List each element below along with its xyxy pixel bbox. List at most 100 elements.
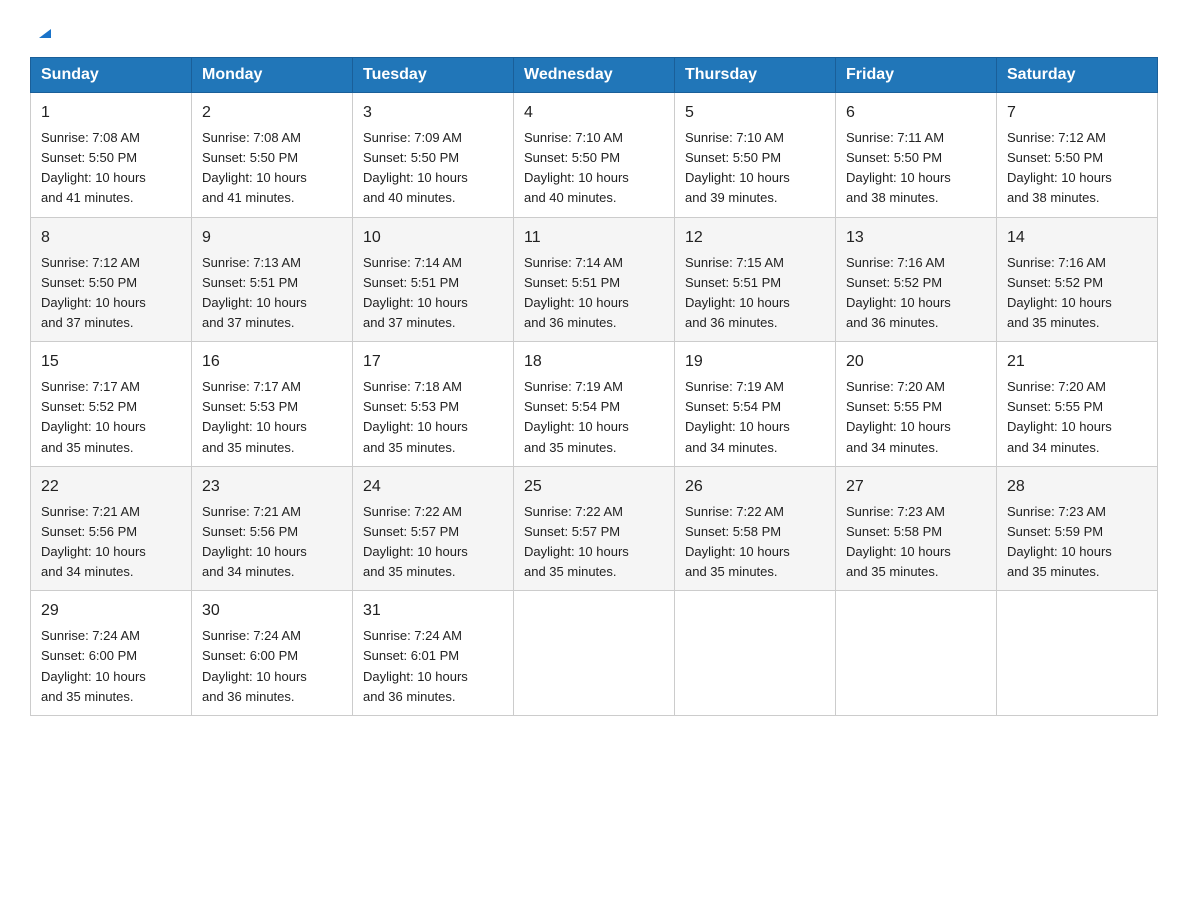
- day-info: Sunrise: 7:22 AMSunset: 5:57 PMDaylight:…: [524, 504, 629, 579]
- day-number: 5: [685, 101, 825, 125]
- calendar-cell: 11 Sunrise: 7:14 AMSunset: 5:51 PMDayligh…: [514, 217, 675, 342]
- day-info: Sunrise: 7:16 AMSunset: 5:52 PMDaylight:…: [846, 255, 951, 330]
- header-friday: Friday: [836, 58, 997, 93]
- day-number: 25: [524, 475, 664, 499]
- day-info: Sunrise: 7:13 AMSunset: 5:51 PMDaylight:…: [202, 255, 307, 330]
- calendar-cell: 31 Sunrise: 7:24 AMSunset: 6:01 PMDayligh…: [353, 591, 514, 716]
- day-info: Sunrise: 7:12 AMSunset: 5:50 PMDaylight:…: [1007, 130, 1112, 205]
- day-info: Sunrise: 7:23 AMSunset: 5:59 PMDaylight:…: [1007, 504, 1112, 579]
- day-number: 18: [524, 350, 664, 374]
- day-info: Sunrise: 7:14 AMSunset: 5:51 PMDaylight:…: [524, 255, 629, 330]
- day-info: Sunrise: 7:24 AMSunset: 6:01 PMDaylight:…: [363, 628, 468, 703]
- day-info: Sunrise: 7:08 AMSunset: 5:50 PMDaylight:…: [202, 130, 307, 205]
- day-number: 17: [363, 350, 503, 374]
- header-tuesday: Tuesday: [353, 58, 514, 93]
- day-number: 12: [685, 226, 825, 250]
- day-info: Sunrise: 7:22 AMSunset: 5:58 PMDaylight:…: [685, 504, 790, 579]
- calendar-cell: 18 Sunrise: 7:19 AMSunset: 5:54 PMDayligh…: [514, 342, 675, 467]
- day-number: 9: [202, 226, 342, 250]
- calendar-table: SundayMondayTuesdayWednesdayThursdayFrid…: [30, 57, 1158, 716]
- calendar-cell: 4Sunrise: 7:10 AMSunset: 5:50 PMDaylight…: [514, 93, 675, 218]
- day-number: 23: [202, 475, 342, 499]
- day-info: Sunrise: 7:21 AMSunset: 5:56 PMDaylight:…: [41, 504, 146, 579]
- day-number: 31: [363, 599, 503, 623]
- day-number: 8: [41, 226, 181, 250]
- day-info: Sunrise: 7:14 AMSunset: 5:51 PMDaylight:…: [363, 255, 468, 330]
- day-number: 11: [524, 226, 664, 250]
- day-info: Sunrise: 7:12 AMSunset: 5:50 PMDaylight:…: [41, 255, 146, 330]
- calendar-cell: [514, 591, 675, 716]
- day-number: 29: [41, 599, 181, 623]
- day-number: 24: [363, 475, 503, 499]
- calendar-cell: 26 Sunrise: 7:22 AMSunset: 5:58 PMDayligh…: [675, 466, 836, 591]
- calendar-cell: 7 Sunrise: 7:12 AMSunset: 5:50 PMDaylight…: [997, 93, 1158, 218]
- header-sunday: Sunday: [31, 58, 192, 93]
- header-thursday: Thursday: [675, 58, 836, 93]
- day-number: 30: [202, 599, 342, 623]
- calendar-week-4: 22 Sunrise: 7:21 AMSunset: 5:56 PMDayligh…: [31, 466, 1158, 591]
- day-number: 2: [202, 101, 342, 125]
- day-info: Sunrise: 7:20 AMSunset: 5:55 PMDaylight:…: [1007, 379, 1112, 454]
- day-number: 27: [846, 475, 986, 499]
- calendar-cell: 30 Sunrise: 7:24 AMSunset: 6:00 PMDayligh…: [192, 591, 353, 716]
- day-info: Sunrise: 7:08 AMSunset: 5:50 PMDaylight:…: [41, 130, 146, 205]
- calendar-cell: 22 Sunrise: 7:21 AMSunset: 5:56 PMDayligh…: [31, 466, 192, 591]
- day-info: Sunrise: 7:20 AMSunset: 5:55 PMDaylight:…: [846, 379, 951, 454]
- calendar-week-5: 29 Sunrise: 7:24 AMSunset: 6:00 PMDayligh…: [31, 591, 1158, 716]
- logo-arrow-icon: [33, 20, 55, 47]
- calendar-cell: 10Sunrise: 7:14 AMSunset: 5:51 PMDayligh…: [353, 217, 514, 342]
- day-info: Sunrise: 7:17 AMSunset: 5:52 PMDaylight:…: [41, 379, 146, 454]
- day-number: 20: [846, 350, 986, 374]
- day-number: 7: [1007, 101, 1147, 125]
- calendar-cell: 12 Sunrise: 7:15 AMSunset: 5:51 PMDayligh…: [675, 217, 836, 342]
- calendar-cell: 20 Sunrise: 7:20 AMSunset: 5:55 PMDayligh…: [836, 342, 997, 467]
- page-header: [30, 20, 1158, 47]
- calendar-cell: [675, 591, 836, 716]
- calendar-week-2: 8 Sunrise: 7:12 AMSunset: 5:50 PMDaylight…: [31, 217, 1158, 342]
- calendar-cell: 16Sunrise: 7:17 AMSunset: 5:53 PMDayligh…: [192, 342, 353, 467]
- day-number: 14: [1007, 226, 1147, 250]
- calendar-cell: 21 Sunrise: 7:20 AMSunset: 5:55 PMDayligh…: [997, 342, 1158, 467]
- calendar-cell: 15 Sunrise: 7:17 AMSunset: 5:52 PMDayligh…: [31, 342, 192, 467]
- day-info: Sunrise: 7:21 AMSunset: 5:56 PMDaylight:…: [202, 504, 307, 579]
- day-info: Sunrise: 7:09 AMSunset: 5:50 PMDaylight:…: [363, 130, 468, 205]
- day-number: 22: [41, 475, 181, 499]
- calendar-cell: 23 Sunrise: 7:21 AMSunset: 5:56 PMDayligh…: [192, 466, 353, 591]
- calendar-cell: 9 Sunrise: 7:13 AMSunset: 5:51 PMDaylight…: [192, 217, 353, 342]
- header-wednesday: Wednesday: [514, 58, 675, 93]
- day-number: 1: [41, 101, 181, 125]
- calendar-cell: 24Sunrise: 7:22 AMSunset: 5:57 PMDayligh…: [353, 466, 514, 591]
- day-number: 13: [846, 226, 986, 250]
- calendar-cell: 3Sunrise: 7:09 AMSunset: 5:50 PMDaylight…: [353, 93, 514, 218]
- day-info: Sunrise: 7:24 AMSunset: 6:00 PMDaylight:…: [202, 628, 307, 703]
- day-info: Sunrise: 7:19 AMSunset: 5:54 PMDaylight:…: [685, 379, 790, 454]
- logo: [30, 20, 55, 47]
- day-info: Sunrise: 7:11 AMSunset: 5:50 PMDaylight:…: [846, 130, 951, 205]
- header-saturday: Saturday: [997, 58, 1158, 93]
- day-number: 21: [1007, 350, 1147, 374]
- day-number: 6: [846, 101, 986, 125]
- calendar-cell: 5 Sunrise: 7:10 AMSunset: 5:50 PMDaylight…: [675, 93, 836, 218]
- calendar-cell: 19 Sunrise: 7:19 AMSunset: 5:54 PMDayligh…: [675, 342, 836, 467]
- day-info: Sunrise: 7:19 AMSunset: 5:54 PMDaylight:…: [524, 379, 629, 454]
- calendar-cell: [997, 591, 1158, 716]
- calendar-cell: 27 Sunrise: 7:23 AMSunset: 5:58 PMDayligh…: [836, 466, 997, 591]
- calendar-cell: [836, 591, 997, 716]
- calendar-cell: 8 Sunrise: 7:12 AMSunset: 5:50 PMDaylight…: [31, 217, 192, 342]
- day-info: Sunrise: 7:10 AMSunset: 5:50 PMDaylight:…: [524, 130, 629, 205]
- calendar-cell: 29Sunrise: 7:24 AMSunset: 6:00 PMDayligh…: [31, 591, 192, 716]
- calendar-cell: 14Sunrise: 7:16 AMSunset: 5:52 PMDayligh…: [997, 217, 1158, 342]
- day-number: 15: [41, 350, 181, 374]
- calendar-cell: 2 Sunrise: 7:08 AMSunset: 5:50 PMDaylight…: [192, 93, 353, 218]
- day-info: Sunrise: 7:18 AMSunset: 5:53 PMDaylight:…: [363, 379, 468, 454]
- day-number: 19: [685, 350, 825, 374]
- header-monday: Monday: [192, 58, 353, 93]
- day-info: Sunrise: 7:23 AMSunset: 5:58 PMDaylight:…: [846, 504, 951, 579]
- day-number: 16: [202, 350, 342, 374]
- calendar-week-1: 1 Sunrise: 7:08 AMSunset: 5:50 PMDaylight…: [31, 93, 1158, 218]
- day-info: Sunrise: 7:15 AMSunset: 5:51 PMDaylight:…: [685, 255, 790, 330]
- calendar-cell: 1 Sunrise: 7:08 AMSunset: 5:50 PMDaylight…: [31, 93, 192, 218]
- calendar-cell: 13 Sunrise: 7:16 AMSunset: 5:52 PMDayligh…: [836, 217, 997, 342]
- day-info: Sunrise: 7:10 AMSunset: 5:50 PMDaylight:…: [685, 130, 790, 205]
- day-number: 26: [685, 475, 825, 499]
